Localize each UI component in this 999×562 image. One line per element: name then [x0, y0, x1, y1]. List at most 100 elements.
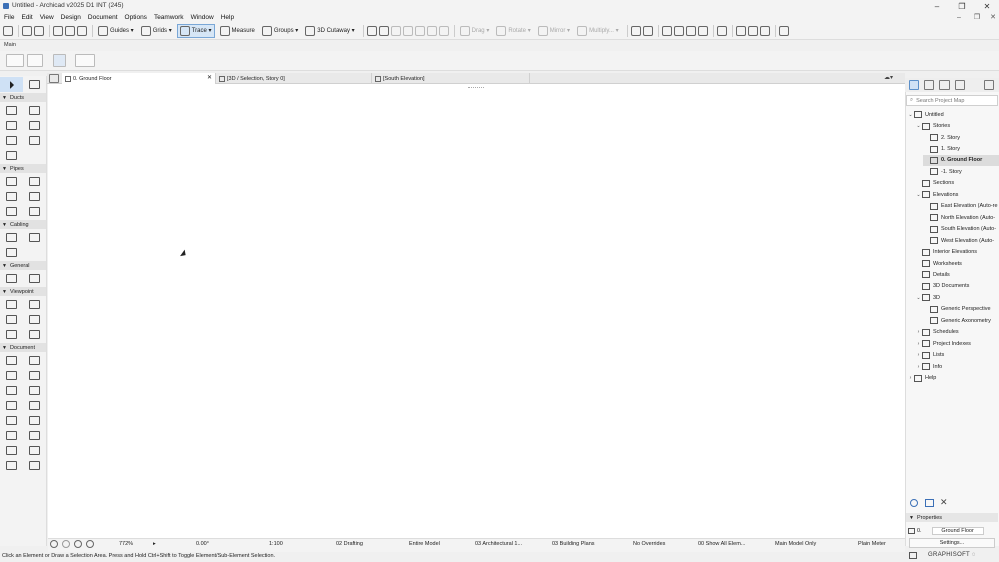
menu-view[interactable]: View [40, 14, 54, 21]
project-map-item[interactable]: ⌄ Untitled [907, 109, 999, 120]
fit-in-window-icon[interactable] [685, 25, 696, 36]
project-map-item[interactable]: -1. Story [923, 166, 999, 177]
zoom-out-status-icon[interactable] [86, 540, 94, 548]
scale-value[interactable]: 1:100 [269, 541, 283, 547]
split-icon[interactable] [366, 25, 377, 36]
dimension-unit[interactable]: Plain Meter [858, 541, 886, 547]
line-tool[interactable] [0, 413, 23, 428]
grids-button[interactable]: Grids ▾ [139, 24, 174, 38]
zoom-dropdown-icon[interactable]: ▸ [153, 541, 156, 547]
mirror-button[interactable]: Mirror ▾ [536, 24, 572, 38]
pen-set[interactable]: 03 Architectural 1... [475, 541, 522, 547]
dimension-tool[interactable] [0, 353, 23, 368]
view-options-icon[interactable] [642, 25, 653, 36]
multiply-button[interactable]: Multiply... ▾ [575, 24, 621, 38]
guides-button[interactable]: Guides ▾ [96, 24, 136, 38]
drag-button[interactable]: Drag ▾ [458, 24, 492, 38]
pipe-bend-tool[interactable] [23, 174, 46, 189]
project-map-item[interactable]: › Schedules [915, 327, 999, 338]
menu-document[interactable]: Document [88, 14, 118, 21]
arrow-tool[interactable] [0, 77, 23, 92]
chevron-right-icon[interactable]: › [907, 375, 914, 381]
view-map-icon[interactable] [924, 80, 935, 90]
clone-folder-icon[interactable] [925, 499, 934, 507]
properties-header[interactable]: ▼ Properties [906, 513, 998, 522]
detail-tool[interactable] [0, 327, 23, 342]
render-icon[interactable] [735, 25, 746, 36]
circle-tool[interactable] [23, 413, 46, 428]
project-map-item[interactable]: South Elevation (Auto- [923, 224, 999, 235]
project-map-item[interactable]: › Project Indexes [915, 338, 999, 349]
properties-name-field[interactable]: Ground Floor [931, 527, 984, 535]
drawing-canvas[interactable] [48, 84, 905, 538]
menu-help[interactable]: Help [221, 14, 234, 21]
close-icon[interactable]: ✕ [975, 0, 999, 12]
tab-list-dropdown-icon[interactable]: ☁▾ [884, 74, 893, 81]
zone-stamp-tool[interactable] [23, 398, 46, 413]
zoom-level[interactable]: 772% [119, 541, 133, 547]
layout-icon[interactable] [909, 552, 917, 559]
pipe-tool[interactable] [0, 174, 23, 189]
adjust-icon[interactable] [378, 25, 389, 36]
menu-design[interactable]: Design [61, 14, 81, 21]
cable-bend-tool[interactable] [23, 230, 46, 245]
drawing-tool[interactable] [23, 458, 46, 473]
zoom-in-icon[interactable] [661, 25, 672, 36]
toolbox-section-document[interactable]: ▼ Document [0, 343, 46, 352]
delete-icon[interactable]: ✕ [940, 497, 948, 508]
duct-flexible-tool[interactable] [0, 148, 23, 163]
doc-minimize-icon[interactable]: – [953, 12, 965, 22]
cable-carrier-tool[interactable] [0, 230, 23, 245]
project-map-item[interactable]: › Help [907, 372, 999, 383]
label-tool[interactable] [23, 383, 46, 398]
pick-up-icon[interactable] [65, 25, 75, 36]
project-map-item[interactable]: Generic Axonometry [923, 315, 999, 326]
project-map-item[interactable]: Details [915, 269, 999, 280]
toolbox-section-pipes[interactable]: ▼ Pipes [0, 164, 46, 173]
rotated-selection-icon[interactable] [53, 54, 66, 67]
grid-element-tool[interactable] [0, 398, 23, 413]
renovation-filter[interactable]: 00 Show All Elem... [698, 541, 745, 547]
chevron-down-icon[interactable]: ⌄ [915, 295, 922, 301]
toolbox-section-general[interactable]: ▼ General [0, 261, 46, 270]
chevron-down-icon[interactable]: ⌄ [907, 112, 914, 118]
tab-overview-icon[interactable] [49, 74, 59, 83]
project-map-item[interactable]: Interior Elevations [915, 246, 999, 257]
pointer-settings-icon[interactable] [75, 54, 95, 67]
project-map-item[interactable]: 2. Story [923, 132, 999, 143]
offset-icon[interactable] [414, 25, 425, 36]
pipe-fitting-tool[interactable] [0, 189, 23, 204]
inject-icon[interactable] [77, 25, 87, 36]
project-map-item[interactable]: 1. Story [923, 143, 999, 154]
3d-window-icon[interactable] [747, 25, 758, 36]
duct-terminal-tool[interactable] [0, 133, 23, 148]
pipe-terminal-tool[interactable] [0, 204, 23, 219]
marquee-tool[interactable] [23, 77, 46, 92]
chevron-right-icon[interactable]: › [915, 352, 922, 358]
doc-restore-icon[interactable]: ❐ [971, 12, 983, 22]
zoom-in-status-icon[interactable] [74, 540, 82, 548]
chevron-down-icon[interactable]: ⌄ [915, 123, 922, 129]
doc-close-icon[interactable]: ✕ [987, 12, 999, 22]
project-map-item[interactable]: ⌄ 3D [915, 292, 999, 303]
spline-tool[interactable] [23, 428, 46, 443]
toolbox-section-cabling[interactable]: ▼ Cabling [0, 220, 46, 229]
project-map-item[interactable]: ⌄ Stories [915, 120, 999, 131]
duct-bend-tool[interactable] [23, 103, 46, 118]
hotspot-tool[interactable] [23, 443, 46, 458]
pointer-select-icon[interactable] [53, 25, 63, 36]
canvas-splitter-handle[interactable] [468, 87, 484, 89]
forward-icon[interactable] [62, 540, 70, 548]
home-icon[interactable] [3, 25, 13, 36]
chevron-right-icon[interactable]: › [915, 329, 922, 335]
duct-transition-tool[interactable] [0, 118, 23, 133]
intersect-icon[interactable] [390, 25, 401, 36]
project-map-item[interactable]: ⌄ Elevations [915, 189, 999, 200]
measure-button[interactable]: Measure [218, 24, 257, 38]
duct-branch-tool[interactable] [23, 118, 46, 133]
roof-icon[interactable] [438, 25, 449, 36]
tab-close-icon[interactable]: ✕ [207, 74, 212, 81]
project-map-item[interactable]: North Elevation (Auto- [923, 212, 999, 223]
tab-ground-floor[interactable]: 0. Ground Floor ✕ [62, 73, 216, 84]
layers-icon[interactable] [630, 25, 641, 36]
